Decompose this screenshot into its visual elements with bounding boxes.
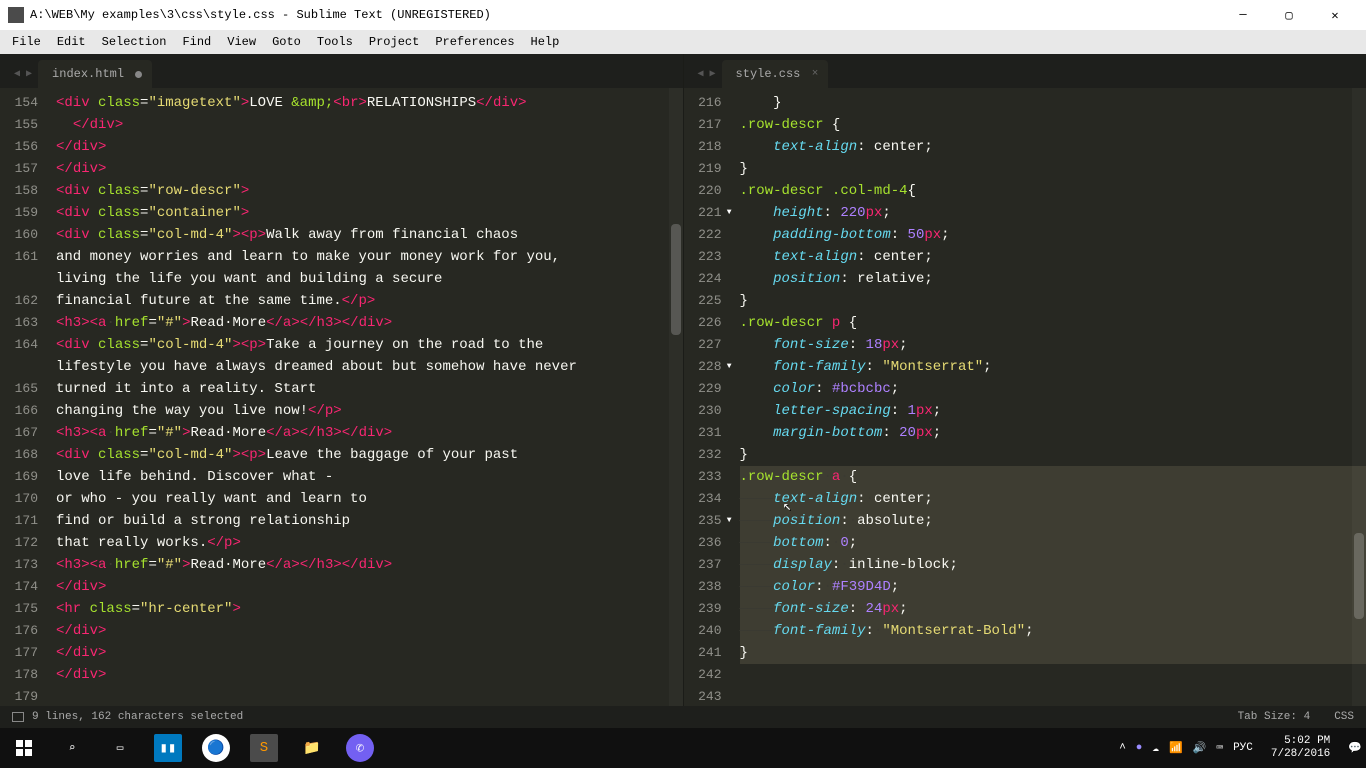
tray-keyboard-icon[interactable]: ⌨ (1216, 741, 1223, 755)
taskbar-app-viber[interactable]: ✆ (336, 728, 384, 768)
tray-lang[interactable]: РУС (1233, 742, 1253, 754)
status-bar: 9 lines, 162 characters selected Tab Siz… (0, 706, 1366, 728)
minimize-button[interactable]: ─ (1220, 0, 1266, 30)
code-right[interactable]: }.row-descr { text-align: center;}.row-d… (732, 88, 1366, 706)
maximize-button[interactable]: ▢ (1266, 0, 1312, 30)
tab-style-css[interactable]: style.css × (722, 60, 829, 88)
taskbar-app-sublime[interactable]: S (240, 728, 288, 768)
tab-label: style.css (736, 67, 801, 81)
start-button[interactable] (0, 728, 48, 768)
right-pane: ◀ ▶ style.css × 216217218219220221222223… (684, 54, 1366, 706)
close-icon[interactable]: × (812, 68, 819, 80)
tray-chevron-icon[interactable]: ˄ (1119, 742, 1126, 754)
task-view-button[interactable]: ▭ (96, 728, 144, 768)
panel-icon[interactable] (12, 712, 24, 722)
menu-tools[interactable]: Tools (309, 35, 361, 49)
tray-notifications-icon[interactable]: 💬 (1348, 741, 1362, 755)
tab-row-left: ◀ ▶ index.html (0, 54, 683, 88)
close-button[interactable]: ✕ (1312, 0, 1358, 30)
tab-index-html[interactable]: index.html (38, 60, 152, 88)
window-title: A:\WEB\My examples\3\css\style.css - Sub… (30, 8, 1220, 22)
tab-arrows[interactable]: ◀ ▶ (8, 68, 38, 88)
scrollbar-right[interactable] (1352, 88, 1366, 706)
clock-date: 7/28/2016 (1271, 748, 1330, 761)
window-titlebar: A:\WEB\My examples\3\css\style.css - Sub… (0, 0, 1366, 30)
menu-help[interactable]: Help (523, 35, 568, 49)
menu-view[interactable]: View (219, 35, 264, 49)
editor-right[interactable]: 2162172182192202212222232242252262272282… (684, 88, 1366, 706)
tab-label: index.html (52, 67, 124, 81)
editor-left[interactable]: 154155156157158159160161 162163164 16516… (0, 88, 683, 706)
search-button[interactable]: ⌕ (48, 728, 96, 768)
taskbar-app-chrome[interactable]: 🔵 (192, 728, 240, 768)
tray-network-icon[interactable]: 📶 (1169, 741, 1183, 755)
menu-file[interactable]: File (4, 35, 49, 49)
dirty-dot-icon (135, 71, 142, 78)
menu-edit[interactable]: Edit (49, 35, 94, 49)
menu-goto[interactable]: Goto (264, 35, 309, 49)
gutter-right: 2162172182192202212222232242252262272282… (684, 88, 732, 706)
menu-preferences[interactable]: Preferences (427, 35, 522, 49)
left-pane: ◀ ▶ index.html 154155156157158159160161 … (0, 54, 684, 706)
taskbar-app-explorer[interactable]: 📁 (288, 728, 336, 768)
menu-selection[interactable]: Selection (94, 35, 175, 49)
status-selection: 9 lines, 162 characters selected (32, 711, 243, 723)
gutter-left: 154155156157158159160161 162163164 16516… (0, 88, 48, 706)
tray-viber-icon[interactable]: ● (1136, 742, 1143, 754)
clock-time: 5:02 PM (1271, 735, 1330, 748)
tray-clock[interactable]: 5:02 PM 7/28/2016 (1263, 735, 1338, 761)
menu-bar: File Edit Selection Find View Goto Tools… (0, 30, 1366, 54)
taskbar-app-trello[interactable]: ▮▮ (144, 728, 192, 768)
tray-volume-icon[interactable]: 🔊 (1193, 741, 1207, 755)
menu-project[interactable]: Project (361, 35, 427, 49)
tray-onedrive-icon[interactable]: ☁ (1152, 741, 1159, 755)
tab-row-right: ◀ ▶ style.css × (684, 54, 1366, 88)
tab-arrows[interactable]: ◀ ▶ (692, 68, 722, 88)
menu-find[interactable]: Find (174, 35, 219, 49)
app-icon (8, 7, 24, 23)
status-tabsize[interactable]: Tab Size: 4 (1238, 711, 1311, 723)
workspace: ◀ ▶ index.html 154155156157158159160161 … (0, 54, 1366, 706)
windows-taskbar: ⌕ ▭ ▮▮ 🔵 S 📁 ✆ ˄ ● ☁ 📶 🔊 ⌨ РУС 5:02 PM 7… (0, 728, 1366, 768)
code-left[interactable]: <div class="imagetext">LOVE &amp;<br>REL… (48, 88, 683, 706)
status-syntax[interactable]: CSS (1334, 711, 1354, 723)
scrollbar-left[interactable] (669, 88, 683, 706)
